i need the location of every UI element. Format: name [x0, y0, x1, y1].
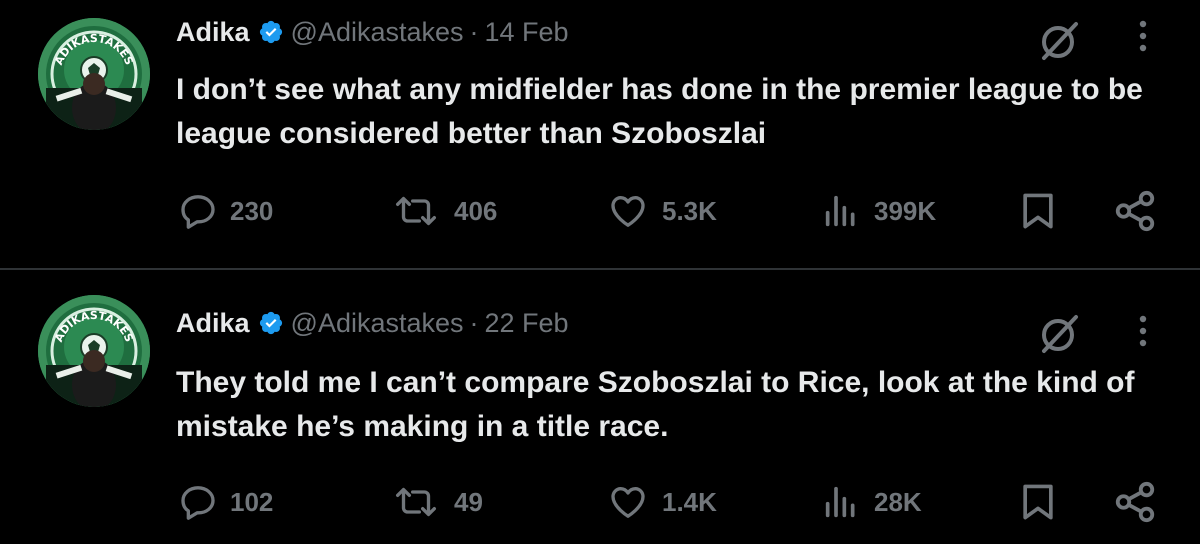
verified-badge-icon [259, 20, 282, 44]
like-button[interactable]: 5.3K [606, 186, 717, 236]
tweet[interactable]: ADIKASTAKES Adika @Adikastakes · 22 Feb … [0, 273, 1200, 543]
share-icon [1115, 190, 1155, 232]
repost-icon [396, 196, 436, 226]
tweet-date[interactable]: 22 Feb [485, 308, 569, 339]
share-button[interactable] [1112, 186, 1158, 236]
tweet-header: Adika @Adikastakes · 22 Feb [176, 303, 569, 343]
share-button[interactable] [1112, 477, 1158, 527]
reply-icon [181, 195, 215, 229]
bookmark-button[interactable] [1016, 477, 1060, 527]
like-icon [611, 196, 645, 227]
like-button[interactable]: 1.4K [606, 477, 717, 527]
repost-count: 406 [454, 195, 498, 226]
views-count: 28K [874, 486, 922, 517]
bookmark-icon [1023, 484, 1053, 520]
avatar-image: ADIKASTAKES [38, 18, 150, 130]
verified-badge-icon [259, 311, 282, 335]
more-icon[interactable] [1128, 311, 1158, 351]
like-count: 5.3K [662, 195, 717, 226]
tweet-text: They told me I can’t compare Szoboszlai … [176, 366, 1135, 443]
author-name[interactable]: Adika [176, 308, 250, 339]
tweet-actions: 102 49 1.4K 28K [0, 477, 1200, 527]
grok-icon[interactable] [1034, 309, 1082, 357]
reply-icon [181, 486, 215, 520]
bookmark-icon [1023, 193, 1053, 229]
avatar[interactable]: ADIKASTAKES [38, 18, 150, 130]
views-icon [825, 486, 855, 518]
tweet-actions: 230 406 5.3K 399K [0, 186, 1200, 236]
share-icon [1115, 481, 1155, 523]
separator-dot: · [469, 307, 479, 338]
views-button[interactable]: 28K [820, 477, 922, 527]
separator-dot: · [469, 16, 479, 47]
author-handle[interactable]: @Adikastakes [291, 308, 464, 339]
tweet-header: Adika @Adikastakes · 14 Feb [176, 12, 569, 52]
avatar-image: ADIKASTAKES [38, 295, 150, 407]
views-icon [825, 195, 855, 227]
reply-count: 230 [230, 195, 274, 226]
tweet-date[interactable]: 14 Feb [485, 17, 569, 48]
reply-count: 102 [230, 486, 274, 517]
tweet-text: I don’t see what any midfielder has done… [176, 73, 1143, 150]
grok-icon[interactable] [1034, 16, 1082, 64]
repost-count: 49 [454, 486, 483, 517]
avatar[interactable]: ADIKASTAKES [38, 295, 150, 407]
more-icon[interactable] [1128, 16, 1158, 56]
repost-button[interactable]: 49 [390, 477, 483, 527]
repost-button[interactable]: 406 [390, 186, 497, 236]
author-name[interactable]: Adika [176, 17, 250, 48]
like-count: 1.4K [662, 486, 717, 517]
like-icon [611, 487, 645, 518]
repost-icon [396, 487, 436, 517]
reply-button[interactable]: 102 [178, 477, 273, 527]
author-handle[interactable]: @Adikastakes [291, 17, 464, 48]
tweet[interactable]: ADIKASTAKES Adika @Adikastakes · 14 Feb … [0, 0, 1200, 270]
bookmark-button[interactable] [1016, 186, 1060, 236]
reply-button[interactable]: 230 [178, 186, 273, 236]
tweet-divider [0, 268, 1200, 270]
views-count: 399K [874, 195, 937, 226]
views-button[interactable]: 399K [820, 186, 936, 236]
